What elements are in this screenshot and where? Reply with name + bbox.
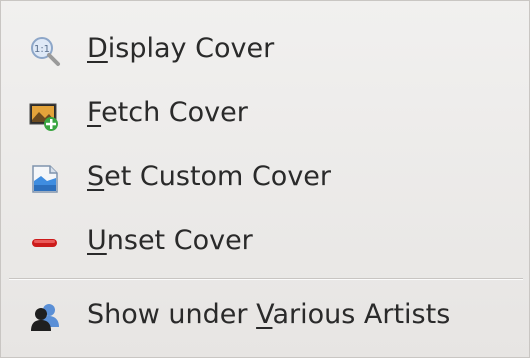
menu-item-display-cover[interactable]: 1:1 Display Cover (1, 21, 529, 77)
svg-text:1:1: 1:1 (34, 44, 50, 55)
menu-item-label: Display Cover (87, 33, 275, 64)
menu-item-show-under-various-artists[interactable]: Show under Various Artists (1, 287, 529, 343)
user-group-icon (29, 301, 61, 333)
menu-item-label: Set Custom Cover (87, 161, 332, 192)
fetch-image-icon (29, 99, 61, 131)
menu-item-unset-cover[interactable]: Unset Cover (1, 213, 529, 269)
zoom-icon: 1:1 (29, 35, 61, 67)
menu-item-label: Fetch Cover (87, 97, 248, 128)
menu-item-label: Show under Various Artists (87, 299, 451, 330)
menu-item-set-custom-cover[interactable]: Set Custom Cover (1, 149, 529, 205)
menu-item-label: Unset Cover (87, 225, 253, 256)
context-menu: 1:1 Display Cover Fetch Cover Set Custom… (0, 0, 530, 358)
remove-icon (29, 227, 61, 259)
menu-separator (9, 278, 523, 279)
document-image-icon (29, 163, 61, 195)
menu-item-fetch-cover[interactable]: Fetch Cover (1, 85, 529, 141)
